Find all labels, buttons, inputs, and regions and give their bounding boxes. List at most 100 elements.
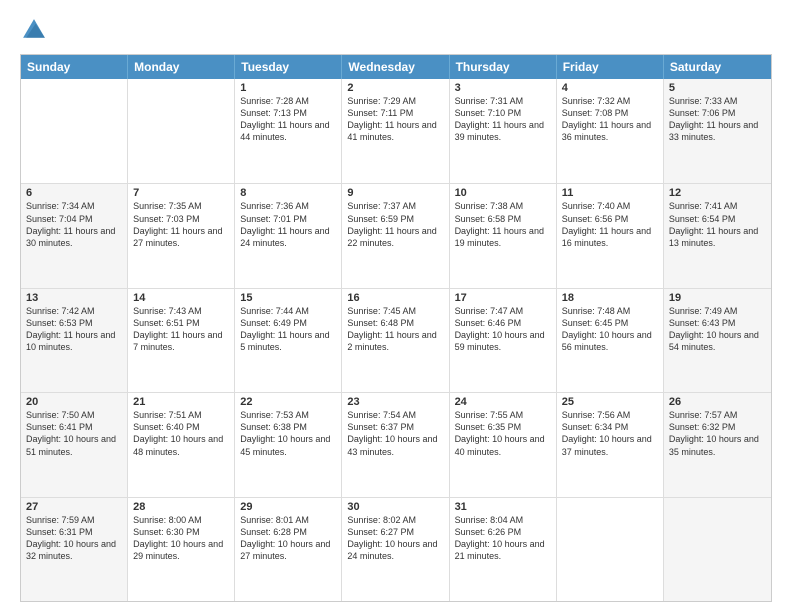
- day-info: Sunrise: 7:31 AM Sunset: 7:10 PM Dayligh…: [455, 95, 551, 144]
- day-info: Sunrise: 7:45 AM Sunset: 6:48 PM Dayligh…: [347, 305, 443, 354]
- day-info: Sunrise: 8:00 AM Sunset: 6:30 PM Dayligh…: [133, 514, 229, 563]
- day-info: Sunrise: 7:51 AM Sunset: 6:40 PM Dayligh…: [133, 409, 229, 458]
- calendar-cell: 8Sunrise: 7:36 AM Sunset: 7:01 PM Daylig…: [235, 184, 342, 287]
- page: SundayMondayTuesdayWednesdayThursdayFrid…: [0, 0, 792, 612]
- day-info: Sunrise: 7:43 AM Sunset: 6:51 PM Dayligh…: [133, 305, 229, 354]
- calendar-cell: 13Sunrise: 7:42 AM Sunset: 6:53 PM Dayli…: [21, 289, 128, 392]
- day-info: Sunrise: 7:32 AM Sunset: 7:08 PM Dayligh…: [562, 95, 658, 144]
- logo-icon: [20, 16, 48, 44]
- calendar-cell: 2Sunrise: 7:29 AM Sunset: 7:11 PM Daylig…: [342, 79, 449, 183]
- calendar-cell: [557, 498, 664, 601]
- calendar-cell: 30Sunrise: 8:02 AM Sunset: 6:27 PM Dayli…: [342, 498, 449, 601]
- day-number: 29: [240, 501, 336, 513]
- day-info: Sunrise: 7:36 AM Sunset: 7:01 PM Dayligh…: [240, 200, 336, 249]
- calendar-cell: [664, 498, 771, 601]
- day-info: Sunrise: 8:02 AM Sunset: 6:27 PM Dayligh…: [347, 514, 443, 563]
- calendar-cell: 21Sunrise: 7:51 AM Sunset: 6:40 PM Dayli…: [128, 393, 235, 496]
- day-info: Sunrise: 7:33 AM Sunset: 7:06 PM Dayligh…: [669, 95, 766, 144]
- day-number: 13: [26, 292, 122, 304]
- calendar-cell: 24Sunrise: 7:55 AM Sunset: 6:35 PM Dayli…: [450, 393, 557, 496]
- calendar-cell: 23Sunrise: 7:54 AM Sunset: 6:37 PM Dayli…: [342, 393, 449, 496]
- day-info: Sunrise: 8:01 AM Sunset: 6:28 PM Dayligh…: [240, 514, 336, 563]
- day-number: 14: [133, 292, 229, 304]
- day-info: Sunrise: 7:49 AM Sunset: 6:43 PM Dayligh…: [669, 305, 766, 354]
- weekday-header: Sunday: [21, 55, 128, 79]
- calendar-cell: 1Sunrise: 7:28 AM Sunset: 7:13 PM Daylig…: [235, 79, 342, 183]
- calendar-cell: 17Sunrise: 7:47 AM Sunset: 6:46 PM Dayli…: [450, 289, 557, 392]
- calendar-cell: 15Sunrise: 7:44 AM Sunset: 6:49 PM Dayli…: [235, 289, 342, 392]
- day-info: Sunrise: 7:28 AM Sunset: 7:13 PM Dayligh…: [240, 95, 336, 144]
- day-info: Sunrise: 7:56 AM Sunset: 6:34 PM Dayligh…: [562, 409, 658, 458]
- calendar-cell: 6Sunrise: 7:34 AM Sunset: 7:04 PM Daylig…: [21, 184, 128, 287]
- calendar-row: 6Sunrise: 7:34 AM Sunset: 7:04 PM Daylig…: [21, 183, 771, 287]
- calendar: SundayMondayTuesdayWednesdayThursdayFrid…: [20, 54, 772, 602]
- day-info: Sunrise: 7:37 AM Sunset: 6:59 PM Dayligh…: [347, 200, 443, 249]
- logo: [20, 16, 52, 44]
- day-info: Sunrise: 7:38 AM Sunset: 6:58 PM Dayligh…: [455, 200, 551, 249]
- calendar-cell: 5Sunrise: 7:33 AM Sunset: 7:06 PM Daylig…: [664, 79, 771, 183]
- day-info: Sunrise: 7:50 AM Sunset: 6:41 PM Dayligh…: [26, 409, 122, 458]
- day-info: Sunrise: 7:59 AM Sunset: 6:31 PM Dayligh…: [26, 514, 122, 563]
- day-number: 28: [133, 501, 229, 513]
- day-number: 11: [562, 187, 658, 199]
- day-number: 22: [240, 396, 336, 408]
- weekday-header: Thursday: [450, 55, 557, 79]
- calendar-cell: 22Sunrise: 7:53 AM Sunset: 6:38 PM Dayli…: [235, 393, 342, 496]
- day-info: Sunrise: 7:47 AM Sunset: 6:46 PM Dayligh…: [455, 305, 551, 354]
- calendar-cell: 20Sunrise: 7:50 AM Sunset: 6:41 PM Dayli…: [21, 393, 128, 496]
- day-number: 17: [455, 292, 551, 304]
- day-number: 31: [455, 501, 551, 513]
- calendar-cell: 19Sunrise: 7:49 AM Sunset: 6:43 PM Dayli…: [664, 289, 771, 392]
- calendar-cell: 27Sunrise: 7:59 AM Sunset: 6:31 PM Dayli…: [21, 498, 128, 601]
- calendar-body: 1Sunrise: 7:28 AM Sunset: 7:13 PM Daylig…: [21, 79, 771, 601]
- calendar-cell: 4Sunrise: 7:32 AM Sunset: 7:08 PM Daylig…: [557, 79, 664, 183]
- calendar-row: 1Sunrise: 7:28 AM Sunset: 7:13 PM Daylig…: [21, 79, 771, 183]
- weekday-header: Wednesday: [342, 55, 449, 79]
- day-number: 21: [133, 396, 229, 408]
- calendar-row: 27Sunrise: 7:59 AM Sunset: 6:31 PM Dayli…: [21, 497, 771, 601]
- day-number: 16: [347, 292, 443, 304]
- calendar-row: 13Sunrise: 7:42 AM Sunset: 6:53 PM Dayli…: [21, 288, 771, 392]
- day-number: 24: [455, 396, 551, 408]
- day-info: Sunrise: 7:35 AM Sunset: 7:03 PM Dayligh…: [133, 200, 229, 249]
- header: [20, 16, 772, 44]
- weekday-header: Monday: [128, 55, 235, 79]
- day-number: 3: [455, 82, 551, 94]
- calendar-cell: 25Sunrise: 7:56 AM Sunset: 6:34 PM Dayli…: [557, 393, 664, 496]
- day-info: Sunrise: 7:57 AM Sunset: 6:32 PM Dayligh…: [669, 409, 766, 458]
- calendar-header: SundayMondayTuesdayWednesdayThursdayFrid…: [21, 55, 771, 79]
- calendar-cell: 16Sunrise: 7:45 AM Sunset: 6:48 PM Dayli…: [342, 289, 449, 392]
- calendar-cell: 10Sunrise: 7:38 AM Sunset: 6:58 PM Dayli…: [450, 184, 557, 287]
- day-number: 15: [240, 292, 336, 304]
- day-number: 1: [240, 82, 336, 94]
- day-info: Sunrise: 7:34 AM Sunset: 7:04 PM Dayligh…: [26, 200, 122, 249]
- day-info: Sunrise: 7:40 AM Sunset: 6:56 PM Dayligh…: [562, 200, 658, 249]
- day-number: 7: [133, 187, 229, 199]
- day-number: 5: [669, 82, 766, 94]
- calendar-cell: 31Sunrise: 8:04 AM Sunset: 6:26 PM Dayli…: [450, 498, 557, 601]
- day-number: 4: [562, 82, 658, 94]
- day-number: 19: [669, 292, 766, 304]
- calendar-cell: 9Sunrise: 7:37 AM Sunset: 6:59 PM Daylig…: [342, 184, 449, 287]
- day-info: Sunrise: 7:55 AM Sunset: 6:35 PM Dayligh…: [455, 409, 551, 458]
- day-number: 30: [347, 501, 443, 513]
- day-info: Sunrise: 7:48 AM Sunset: 6:45 PM Dayligh…: [562, 305, 658, 354]
- calendar-cell: 18Sunrise: 7:48 AM Sunset: 6:45 PM Dayli…: [557, 289, 664, 392]
- day-info: Sunrise: 7:44 AM Sunset: 6:49 PM Dayligh…: [240, 305, 336, 354]
- calendar-cell: 7Sunrise: 7:35 AM Sunset: 7:03 PM Daylig…: [128, 184, 235, 287]
- calendar-cell: 3Sunrise: 7:31 AM Sunset: 7:10 PM Daylig…: [450, 79, 557, 183]
- day-info: Sunrise: 7:54 AM Sunset: 6:37 PM Dayligh…: [347, 409, 443, 458]
- day-number: 10: [455, 187, 551, 199]
- calendar-cell: 26Sunrise: 7:57 AM Sunset: 6:32 PM Dayli…: [664, 393, 771, 496]
- calendar-cell: 29Sunrise: 8:01 AM Sunset: 6:28 PM Dayli…: [235, 498, 342, 601]
- calendar-cell: 12Sunrise: 7:41 AM Sunset: 6:54 PM Dayli…: [664, 184, 771, 287]
- day-number: 20: [26, 396, 122, 408]
- weekday-header: Tuesday: [235, 55, 342, 79]
- calendar-cell: 28Sunrise: 8:00 AM Sunset: 6:30 PM Dayli…: [128, 498, 235, 601]
- day-number: 23: [347, 396, 443, 408]
- day-info: Sunrise: 7:41 AM Sunset: 6:54 PM Dayligh…: [669, 200, 766, 249]
- day-number: 18: [562, 292, 658, 304]
- weekday-header: Friday: [557, 55, 664, 79]
- day-info: Sunrise: 7:53 AM Sunset: 6:38 PM Dayligh…: [240, 409, 336, 458]
- calendar-cell: 14Sunrise: 7:43 AM Sunset: 6:51 PM Dayli…: [128, 289, 235, 392]
